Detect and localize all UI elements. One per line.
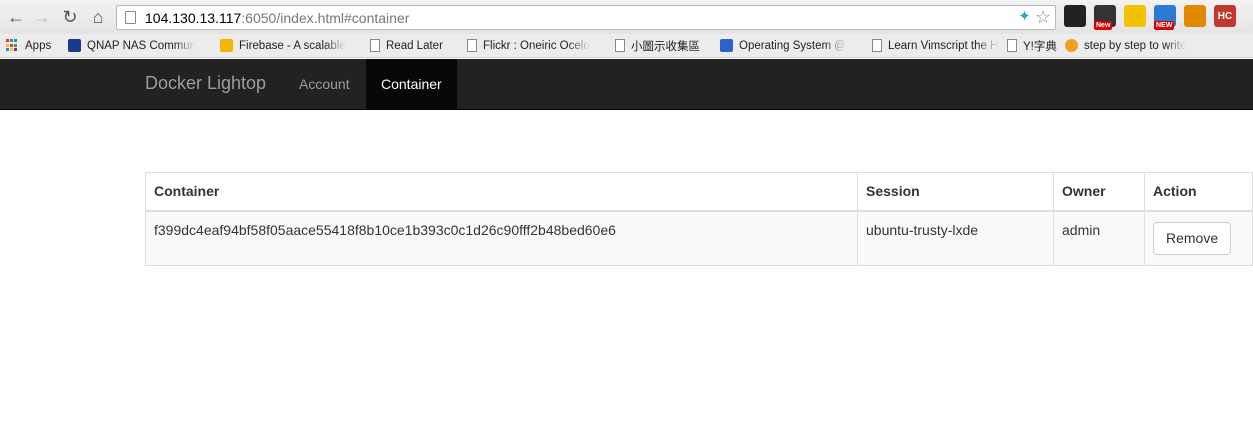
bookmark-label: 小圖示收集區	[631, 40, 700, 53]
qnap-icon	[68, 39, 81, 52]
bookmark-label: Operating System @	[739, 39, 846, 52]
page-icon	[1007, 39, 1017, 52]
page-icon	[125, 11, 136, 24]
bookmark-label: QNAP NAS Commun	[87, 39, 197, 52]
extension-label: HC	[1217, 10, 1233, 22]
bookmark-label: step by step to write	[1084, 39, 1187, 52]
bookmark-item[interactable]: Flickr : Oneiric Ocelo	[461, 34, 609, 57]
url-text: 104.130.13.117:6050/index.html#container	[145, 9, 410, 26]
chat-icon	[720, 39, 733, 52]
bookmark-item[interactable]: 小圖示收集區	[609, 34, 714, 57]
extension-badge: NEW	[1154, 21, 1175, 30]
home-icon[interactable]: ⌂	[84, 3, 112, 31]
nav-container[interactable]: Container	[366, 59, 457, 109]
cell-container-id: f399dc4eaf94bf58f05aace55418f8b10ce1b393…	[145, 210, 858, 266]
header-container: Container	[145, 172, 858, 212]
page-icon	[467, 39, 477, 52]
bookmark-item[interactable]: Read Later	[364, 34, 461, 57]
bookmark-item[interactable]: Firebase - A scalable	[214, 34, 364, 57]
ext-phone-icon[interactable]	[1124, 5, 1146, 27]
address-bar[interactable]: 104.130.13.117:6050/index.html#container…	[116, 5, 1056, 30]
bookmark-item[interactable]: Y!字典	[1001, 34, 1059, 57]
bookmark-item[interactable]: QNAP NAS Commun	[62, 34, 214, 57]
user-icon	[1065, 39, 1078, 52]
extension-badge: New	[1094, 21, 1113, 30]
reload-icon[interactable]: ↻	[56, 3, 84, 31]
bookmark-label: Y!字典	[1023, 40, 1057, 53]
page-icon	[615, 39, 625, 52]
cell-session: ubuntu-trusty-lxde	[857, 210, 1054, 266]
firebase-icon	[220, 39, 233, 52]
cell-action: Remove	[1144, 210, 1253, 266]
brand[interactable]: Docker Lightop	[145, 73, 266, 94]
nav-account[interactable]: Account	[284, 59, 365, 109]
bookmark-item[interactable]: Learn Vimscript the H	[866, 34, 1001, 57]
bookmark-label: Learn Vimscript the H	[888, 39, 999, 52]
bookmark-label: Flickr : Oneiric Ocelo	[483, 39, 590, 52]
container-table: Container Session Owner Action f399dc4ea…	[145, 172, 1253, 266]
bookmark-label: Firebase - A scalable	[239, 39, 346, 52]
ext-new-2-icon[interactable]: NEW	[1154, 5, 1176, 30]
table-row: f399dc4eaf94bf58f05aace55418f8b10ce1b393…	[145, 210, 1253, 266]
app-navbar: Docker Lightop Account Container	[0, 59, 1253, 110]
browser-toolbar: ← → ↻ ⌂ 104.130.13.117:6050/index.html#c…	[0, 0, 1253, 34]
cell-owner: admin	[1053, 210, 1145, 266]
header-session: Session	[857, 172, 1054, 212]
remove-button[interactable]: Remove	[1153, 221, 1232, 255]
bookmark-item[interactable]: step by step to write	[1059, 34, 1209, 57]
bookmark-star-icon[interactable]: ☆	[1035, 8, 1051, 26]
ext-tool-icon[interactable]	[1184, 5, 1206, 27]
ext-glasses-icon[interactable]	[1064, 5, 1086, 27]
bookmark-item[interactable]: Operating System @	[714, 34, 866, 57]
header-action: Action	[1144, 172, 1253, 212]
apps-grid-icon	[6, 39, 19, 52]
bookmark-label: Apps	[25, 39, 52, 52]
page-icon	[872, 39, 882, 52]
table-header-row: Container Session Owner Action	[145, 172, 1253, 212]
network-extension-icon[interactable]: ✦	[1018, 8, 1031, 26]
bookmarks-bar: Apps QNAP NAS Commun Firebase - A scalable…	[0, 34, 1253, 58]
back-arrow-icon[interactable]: ←	[2, 3, 30, 31]
ext-hc-icon[interactable]: HC	[1214, 5, 1236, 27]
extensions-area: New NEW HC	[1064, 5, 1236, 30]
bookmark-label: Read Later	[386, 39, 443, 52]
page-icon	[370, 39, 380, 52]
forward-arrow-icon[interactable]: →	[28, 3, 56, 31]
header-owner: Owner	[1053, 172, 1145, 212]
ext-new-1-icon[interactable]: New	[1094, 5, 1116, 30]
bookmark-item[interactable]: Apps	[0, 34, 62, 57]
